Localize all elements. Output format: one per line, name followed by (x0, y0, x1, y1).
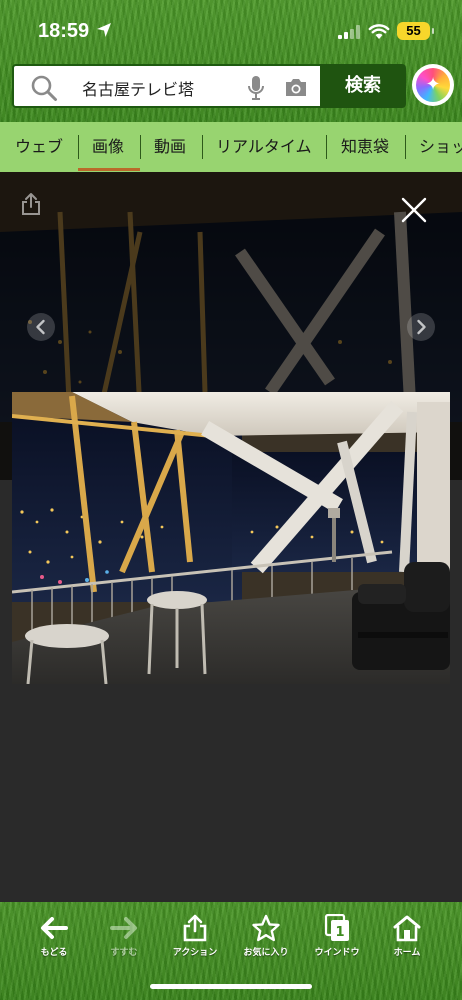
tab-videos[interactable]: 動画 (154, 122, 186, 172)
selected-image[interactable] (12, 392, 450, 684)
tab-web[interactable]: ウェブ (15, 122, 63, 172)
sparkle-icon (416, 68, 450, 102)
wifi-icon (368, 24, 390, 39)
chevron-right-icon[interactable] (406, 312, 436, 342)
search-button[interactable]: 検索 (320, 64, 406, 108)
chevron-left-icon[interactable] (26, 312, 56, 342)
microphone-icon[interactable] (246, 75, 266, 101)
home-indicator[interactable] (150, 984, 312, 989)
status-bar: 18:59 55 (0, 0, 462, 60)
close-icon[interactable] (400, 196, 428, 224)
camera-icon[interactable] (284, 76, 308, 98)
back-button[interactable]: もどる (18, 914, 90, 966)
tab-shopping[interactable]: ショッ (419, 122, 462, 172)
share-icon[interactable] (20, 192, 42, 216)
search-input[interactable] (82, 76, 242, 100)
home-icon (393, 915, 421, 942)
location-arrow-icon (97, 23, 111, 37)
action-label: アクション (172, 948, 218, 958)
search-bar: 検索 (12, 64, 406, 108)
active-tab-indicator (78, 168, 140, 171)
back-label: もどる (40, 948, 68, 958)
forward-label: すすむ (110, 948, 138, 958)
status-time: 18:59 (38, 20, 90, 42)
windows-icon: 1 (324, 914, 349, 941)
windows-button[interactable]: 1 ウインドウ (301, 914, 373, 966)
tab-images[interactable]: 画像 (92, 122, 124, 172)
home-label: ホーム (393, 948, 421, 958)
share-icon (183, 914, 207, 942)
tab-divider (202, 135, 203, 159)
top-header: 18:59 55 名古屋テレビ塔 検索 ✦ (0, 0, 462, 122)
battery-indicator: 55 (397, 22, 434, 40)
tab-divider (326, 135, 327, 159)
window-count-badge: 1 (335, 925, 344, 940)
action-button[interactable]: アクション (159, 914, 231, 966)
tab-realtime[interactable]: リアルタイム (216, 122, 312, 172)
tab-chiebukuro[interactable]: 知恵袋 (341, 122, 389, 172)
arrow-left-icon (41, 917, 68, 939)
forward-button[interactable]: すすむ (88, 914, 160, 966)
cellular-signal-icon (338, 25, 360, 39)
favorites-button[interactable]: お気に入り (230, 914, 302, 966)
ai-assistant-button[interactable] (412, 64, 454, 106)
search-category-tabs: ウェブ 画像 動画 リアルタイム 知恵袋 ショッ (0, 122, 462, 172)
tab-divider (405, 135, 406, 159)
favorites-label: お気に入り (243, 948, 289, 958)
home-button[interactable]: ホーム (371, 914, 443, 966)
tab-divider (78, 135, 79, 159)
tab-divider (140, 135, 141, 159)
windows-label: ウインドウ (314, 948, 360, 958)
search-icon (31, 75, 57, 101)
image-viewer (0, 172, 462, 902)
star-icon (252, 914, 280, 942)
arrow-right-icon (110, 917, 137, 939)
